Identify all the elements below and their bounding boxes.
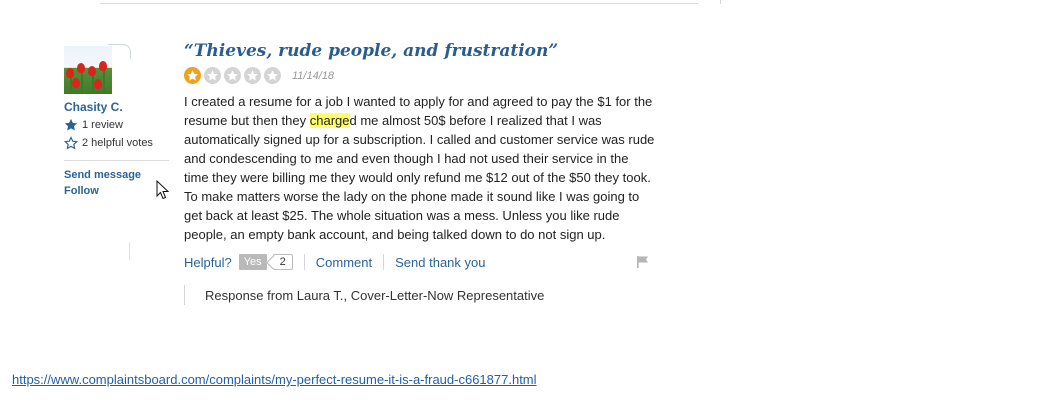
response-label: Response from Laura T., Cover-Letter-Now… <box>205 287 545 303</box>
helpful-yes-button[interactable]: Yes <box>238 254 267 270</box>
column-divider <box>129 242 130 260</box>
review-date: 11/14/18 <box>292 69 335 82</box>
flag-icon[interactable] <box>636 255 650 269</box>
avatar[interactable] <box>64 46 112 94</box>
search-highlight: charge <box>309 113 350 128</box>
star-outline-icon <box>64 136 78 150</box>
rating-star-filled-icon <box>184 67 201 84</box>
top-divider <box>100 3 698 4</box>
review-body: I created a resume for a job I wanted to… <box>184 92 656 244</box>
helpful-votes: 2 helpful votes <box>64 136 174 150</box>
helpful-count-badge: 2 <box>272 254 293 270</box>
mouse-cursor-icon <box>156 180 170 200</box>
action-separator <box>383 254 385 270</box>
review-count-label: 1 review <box>82 119 123 131</box>
review-count: 1 review <box>64 118 174 132</box>
helpful-votes-label: 2 helpful votes <box>82 137 153 149</box>
owner-response[interactable]: Response from Laura T., Cover-Letter-Now… <box>184 285 656 305</box>
send-thank-you-link[interactable]: Send thank you <box>395 255 485 270</box>
helpful-label: Helpful? <box>184 254 232 270</box>
response-rule <box>184 285 185 305</box>
star-rating: 11/14/18 <box>184 67 656 84</box>
review: “Thieves, rude people, and frustration” … <box>184 41 656 305</box>
star-icon <box>64 118 78 131</box>
source-url-link[interactable]: https://www.complaintsboard.com/complain… <box>12 372 537 387</box>
review-title: “Thieves, rude people, and frustration” <box>184 41 559 61</box>
side-divider <box>720 0 721 4</box>
author-name[interactable]: Chasity C. <box>64 100 174 114</box>
rating-star-empty-icon <box>224 67 241 84</box>
rating-stars <box>184 67 284 84</box>
comment-link[interactable]: Comment <box>316 255 372 270</box>
rating-star-empty-icon <box>264 67 281 84</box>
rating-star-empty-icon <box>204 67 221 84</box>
author-panel: Chasity C. 1 review 2 helpful votes Send… <box>64 44 174 197</box>
action-separator <box>303 254 305 270</box>
rating-star-empty-icon <box>244 67 261 84</box>
review-body-end: d me almost 50$ before I realized that I… <box>184 113 655 242</box>
review-actions: Helpful? Yes 2 Comment Send thank you <box>184 254 656 270</box>
author-divider <box>64 160 169 161</box>
